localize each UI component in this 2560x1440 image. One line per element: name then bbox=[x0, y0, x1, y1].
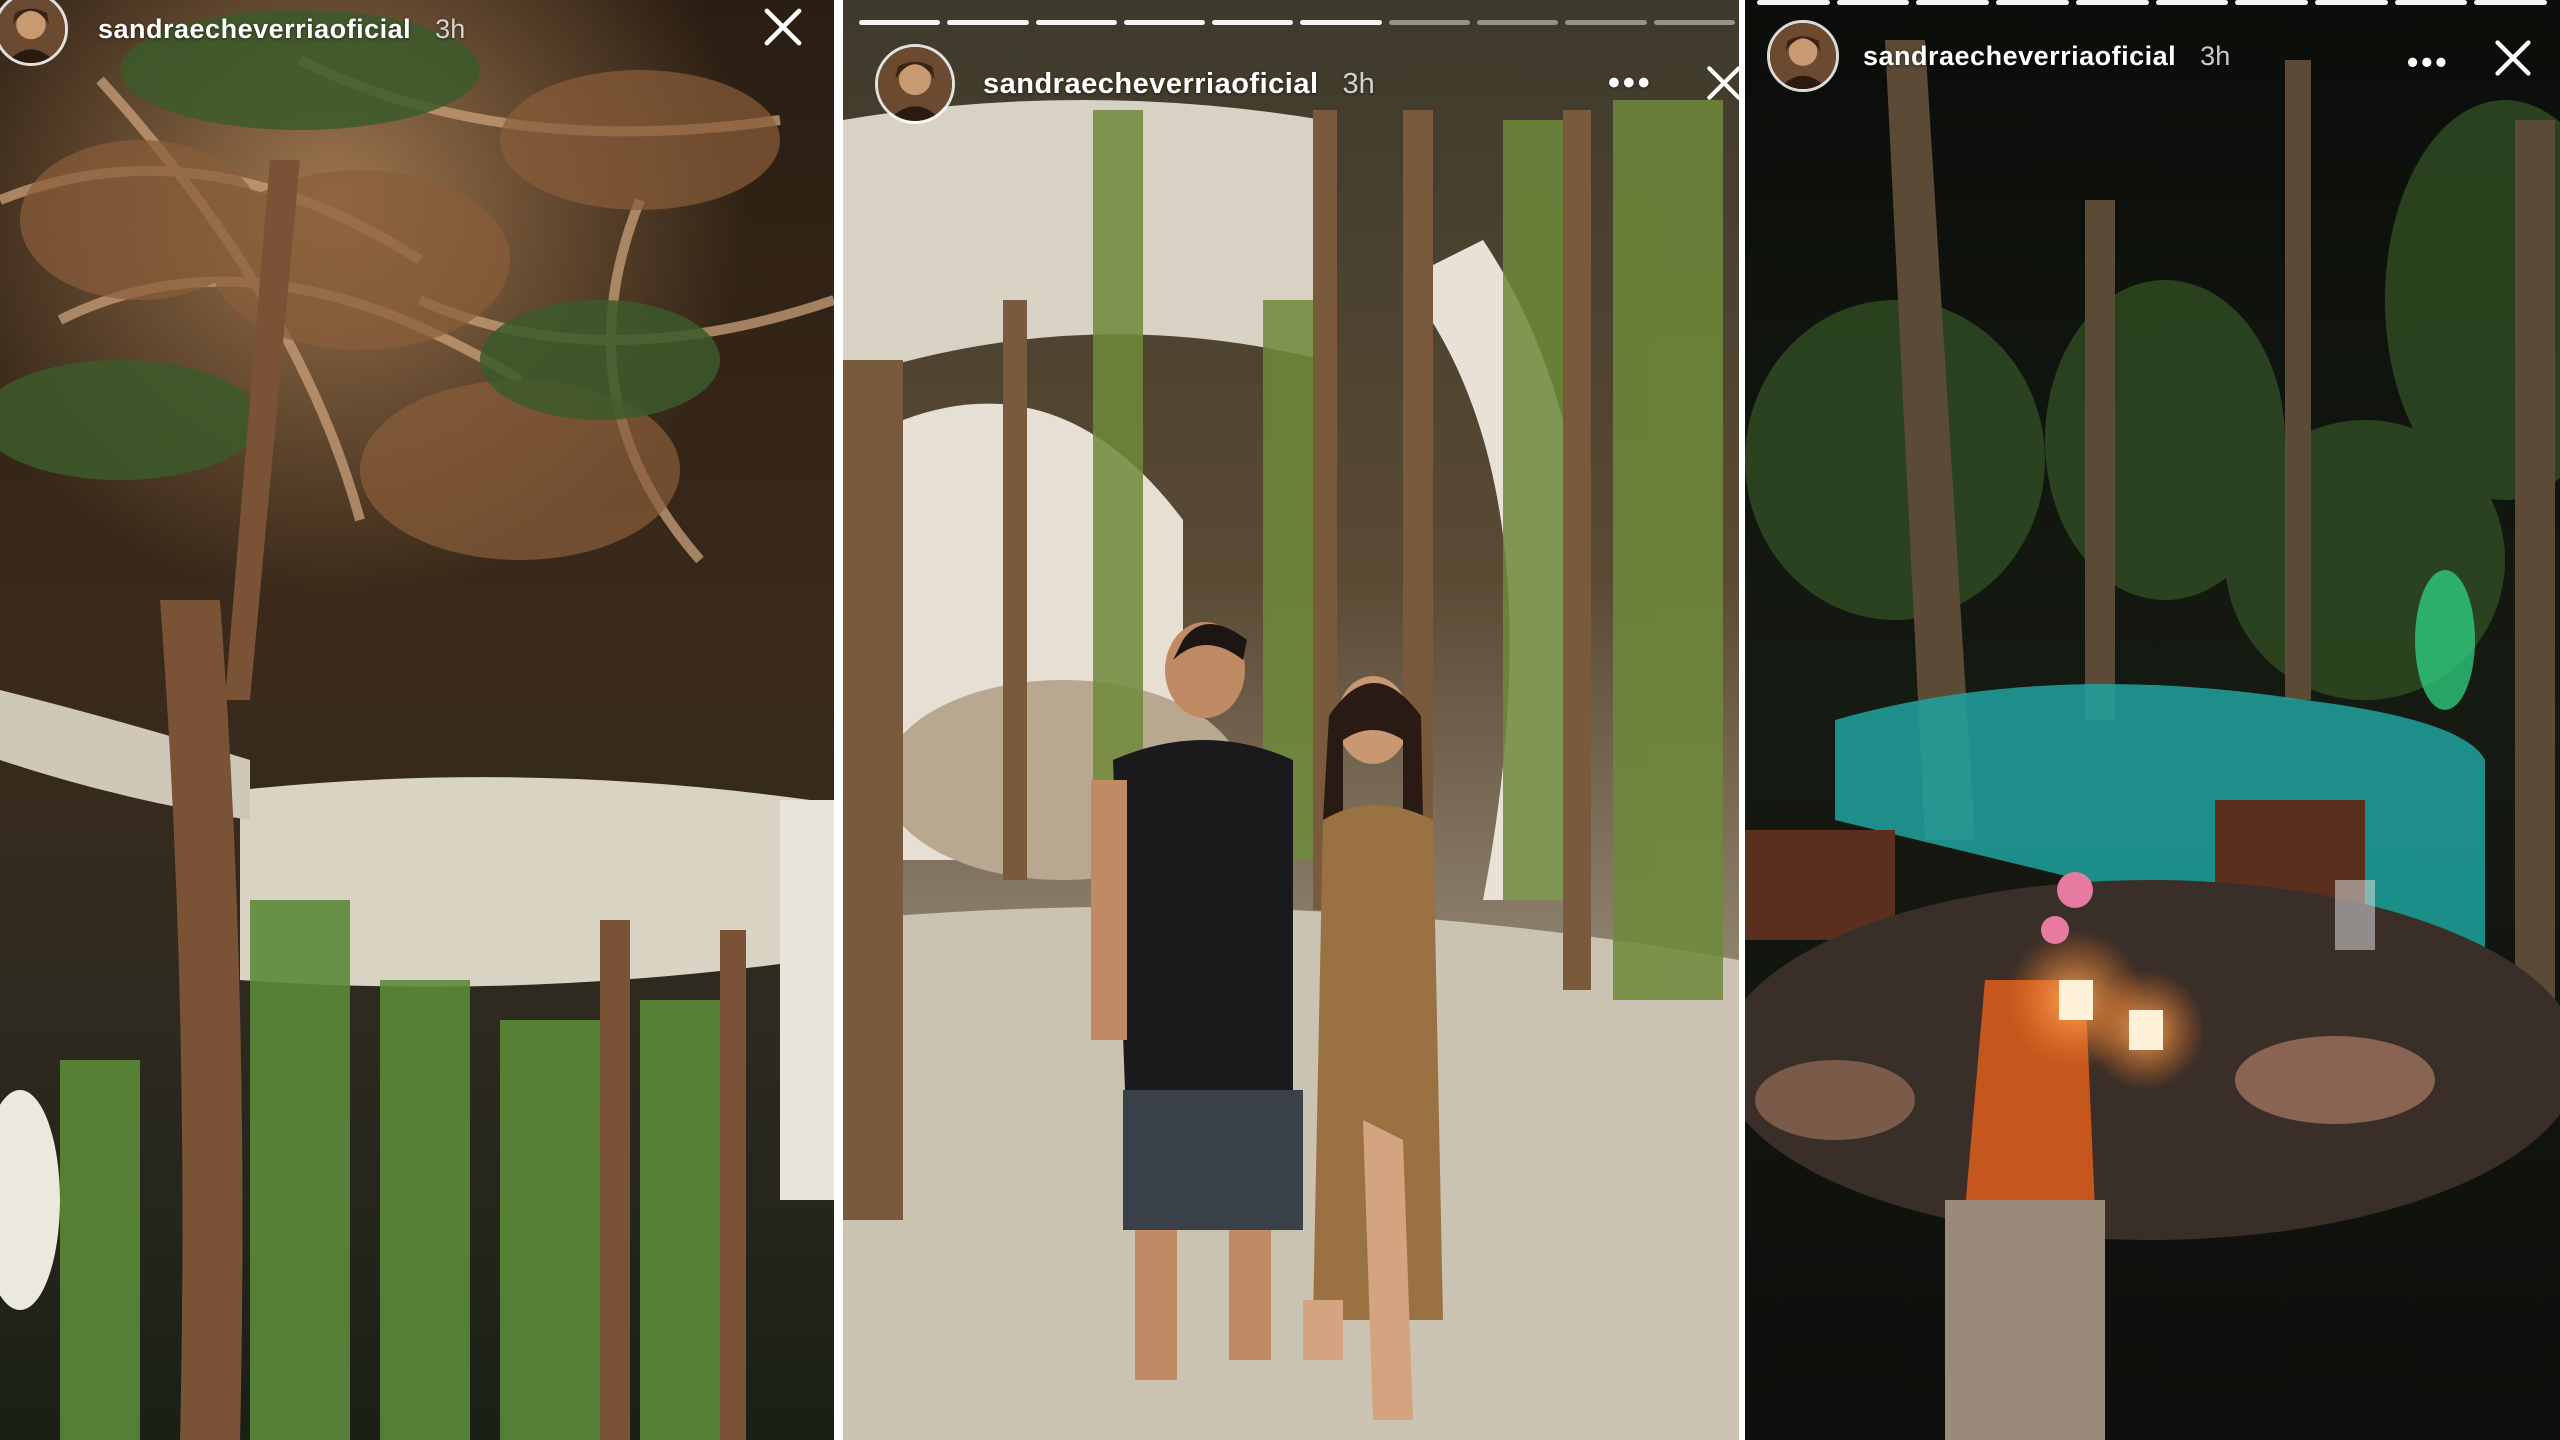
story-image-dinner-table bbox=[1745, 0, 2560, 1440]
progress-segment bbox=[2155, 0, 2229, 5]
story-collage: sandraecheverriaoficial 3h sandraechever… bbox=[0, 0, 2560, 1440]
story-progress-bar bbox=[1757, 0, 2548, 5]
progress-segment bbox=[1565, 20, 1647, 25]
story-image-palm-canopy bbox=[0, 0, 834, 1440]
story-header: sandraecheverriaoficial 3h bbox=[875, 44, 1375, 124]
progress-segment bbox=[859, 20, 941, 25]
progress-segment bbox=[2235, 0, 2308, 5]
story-header: sandraecheverriaoficial 3h bbox=[1767, 20, 2230, 92]
story-timestamp: 3h bbox=[435, 13, 466, 44]
progress-segment bbox=[1916, 0, 1990, 5]
story-username[interactable]: sandraecheverriaoficial bbox=[98, 14, 411, 45]
story-panel-3[interactable]: sandraecheverriaoficial 3h ••• bbox=[1745, 0, 2560, 1440]
progress-segment bbox=[2394, 0, 2468, 5]
progress-segment bbox=[1035, 20, 1117, 25]
more-options-icon[interactable]: ••• bbox=[1608, 66, 1653, 100]
more-options-icon[interactable]: ••• bbox=[2407, 46, 2450, 78]
story-panel-1[interactable]: sandraecheverriaoficial 3h bbox=[0, 0, 834, 1440]
story-progress-bar bbox=[859, 20, 1735, 25]
avatar[interactable] bbox=[1767, 20, 1839, 92]
progress-segment bbox=[2314, 0, 2388, 5]
progress-segment bbox=[1212, 20, 1294, 25]
avatar[interactable] bbox=[875, 44, 955, 124]
close-icon[interactable] bbox=[1703, 62, 1739, 104]
story-header: sandraecheverriaoficial 3h bbox=[0, 0, 465, 66]
progress-segment bbox=[1123, 20, 1206, 25]
progress-segment bbox=[1757, 0, 1830, 5]
progress-segment bbox=[1477, 20, 1559, 25]
progress-segment bbox=[2474, 0, 2548, 5]
avatar[interactable] bbox=[0, 0, 68, 66]
story-image-couple bbox=[843, 0, 1739, 1440]
close-icon[interactable] bbox=[760, 4, 806, 50]
story-username[interactable]: sandraecheverriaoficial bbox=[983, 68, 1319, 101]
progress-segment bbox=[1300, 20, 1382, 25]
progress-segment bbox=[1653, 20, 1735, 25]
progress-segment bbox=[2075, 0, 2149, 5]
progress-segment bbox=[947, 20, 1029, 25]
story-timestamp: 3h bbox=[2200, 40, 2231, 71]
progress-segment bbox=[1388, 20, 1471, 25]
close-icon[interactable] bbox=[2491, 36, 2535, 80]
progress-segment bbox=[1836, 0, 1910, 5]
story-username[interactable]: sandraecheverriaoficial bbox=[1863, 41, 2176, 72]
story-timestamp: 3h bbox=[1342, 67, 1375, 100]
story-panel-2[interactable]: sandraecheverriaoficial 3h ••• bbox=[843, 0, 1739, 1440]
progress-segment bbox=[1996, 0, 2069, 5]
